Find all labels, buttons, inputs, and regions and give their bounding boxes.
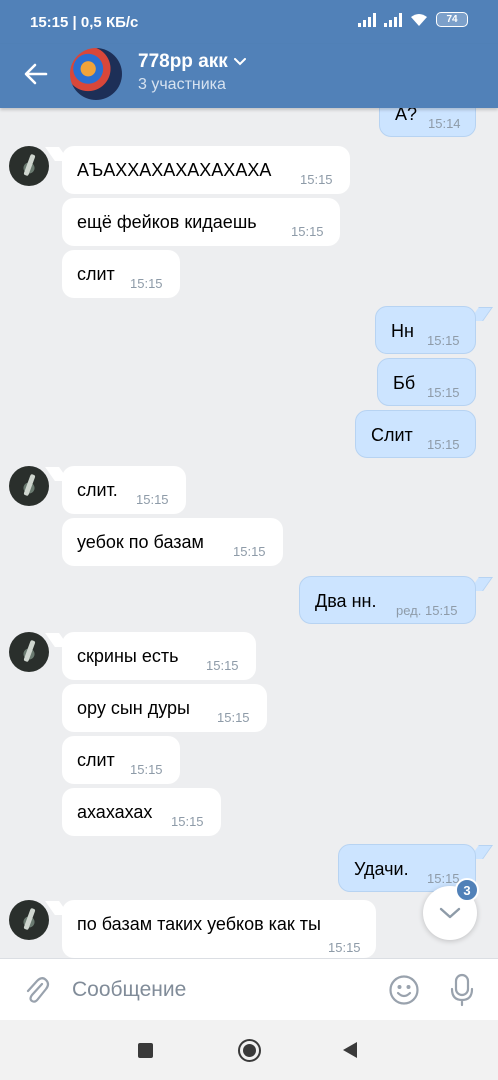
recents-icon[interactable] bbox=[138, 1043, 153, 1058]
message-text: по базам таких уебков как ты bbox=[77, 914, 321, 934]
message-time: 15:15 bbox=[130, 762, 163, 777]
message-bubble-outgoing[interactable]: Бб 15:15 bbox=[377, 358, 476, 406]
status-time: 15:15 | 0,5 КБ/с bbox=[30, 14, 139, 31]
message-bubble-incoming[interactable]: слит 15:15 bbox=[62, 250, 180, 298]
message-text: Бб bbox=[393, 373, 416, 393]
scroll-down-icon bbox=[439, 907, 461, 919]
message-text: Два нн. bbox=[315, 591, 377, 611]
message-time: 15:15 bbox=[328, 940, 361, 955]
wifi-icon bbox=[411, 13, 427, 26]
sender-avatar[interactable] bbox=[9, 900, 49, 940]
message-time: 15:15 bbox=[291, 224, 324, 239]
message-text: Нн bbox=[391, 321, 414, 341]
sender-avatar[interactable] bbox=[9, 466, 49, 506]
chat-subtitle: 3 участника bbox=[138, 76, 226, 93]
message-text: слит bbox=[77, 264, 115, 284]
message-time: ред. 15:15 bbox=[396, 603, 458, 618]
message-time: 15:15 bbox=[171, 814, 204, 829]
message-bubble-incoming[interactable]: ору сын дуры 15:15 bbox=[62, 684, 267, 732]
message-input[interactable] bbox=[72, 975, 352, 1005]
message-time: 15:15 bbox=[217, 710, 250, 725]
battery-icon: 74 bbox=[436, 12, 468, 27]
emoji-icon[interactable] bbox=[388, 974, 420, 1006]
message-text: Слит bbox=[371, 425, 413, 445]
status-icons: 74 bbox=[358, 12, 468, 27]
chat-title[interactable]: 778рр акк bbox=[138, 51, 246, 73]
signal-icon bbox=[384, 12, 402, 27]
system-nav-bar bbox=[0, 1020, 498, 1080]
message-bubble-incoming[interactable]: АЪАХХАХАХАХАХАХА 15:15 bbox=[62, 146, 350, 194]
home-icon[interactable] bbox=[238, 1039, 261, 1062]
sender-avatar[interactable] bbox=[9, 632, 49, 672]
message-bubble-incoming[interactable]: ахахахах 15:15 bbox=[62, 788, 221, 836]
chevron-down-icon[interactable] bbox=[233, 58, 246, 66]
message-text: скрины есть bbox=[77, 646, 179, 666]
message-text: АЪАХХАХАХАХАХАХА bbox=[77, 160, 272, 180]
message-text: ору сын дуры bbox=[77, 698, 190, 718]
message-time: 15:15 bbox=[130, 276, 163, 291]
message-text: слит bbox=[77, 750, 115, 770]
message-time: 15:15 bbox=[300, 172, 333, 187]
message-time: 15:15 bbox=[206, 658, 239, 673]
message-bubble-incoming[interactable]: скрины есть 15:15 bbox=[62, 632, 256, 680]
back-arrow-icon[interactable] bbox=[22, 60, 50, 88]
message-text: слит. bbox=[77, 480, 118, 500]
mic-icon[interactable] bbox=[450, 973, 474, 1007]
unread-badge: 3 bbox=[455, 878, 479, 902]
message-time: 15:15 bbox=[136, 492, 169, 507]
message-text: ещё фейков кидаешь bbox=[77, 212, 257, 232]
status-bar: 15:15 | 0,5 КБ/с 74 bbox=[0, 0, 498, 44]
message-bubble-incoming[interactable]: ещё фейков кидаешь 15:15 bbox=[62, 198, 340, 246]
message-bubble-incoming[interactable]: слит. 15:15 bbox=[62, 466, 186, 514]
message-time: 15:15 bbox=[427, 437, 460, 452]
message-text: ахахахах bbox=[77, 802, 153, 822]
message-text: уебок по базам bbox=[77, 532, 204, 552]
message-bubble-incoming[interactable]: уебок по базам 15:15 bbox=[62, 518, 283, 566]
message-time: 15:15 bbox=[427, 385, 460, 400]
message-composer bbox=[0, 958, 498, 1020]
message-text: Удачи. bbox=[354, 859, 409, 879]
message-bubble-incoming[interactable]: по базам таких уебков как ты 15:15 bbox=[62, 900, 376, 958]
message-bubble-incoming[interactable]: слит 15:15 bbox=[62, 736, 180, 784]
message-bubble-outgoing[interactable]: Два нн. ред. 15:15 bbox=[299, 576, 476, 624]
message-time: 15:15 bbox=[427, 871, 460, 886]
message-time: 15:14 bbox=[428, 116, 461, 131]
message-bubble-outgoing[interactable]: Нн 15:15 bbox=[375, 306, 476, 354]
message-time: 15:15 bbox=[427, 333, 460, 348]
chat-avatar[interactable] bbox=[70, 48, 122, 100]
chat-header: 778рр акк 3 участника bbox=[0, 44, 498, 108]
nav-back-icon[interactable] bbox=[343, 1042, 357, 1058]
attach-icon[interactable] bbox=[22, 975, 50, 1005]
sender-avatar[interactable] bbox=[9, 146, 49, 186]
signal-icon bbox=[358, 12, 376, 27]
message-bubble-outgoing[interactable]: Слит 15:15 bbox=[355, 410, 476, 458]
message-time: 15:15 bbox=[233, 544, 266, 559]
